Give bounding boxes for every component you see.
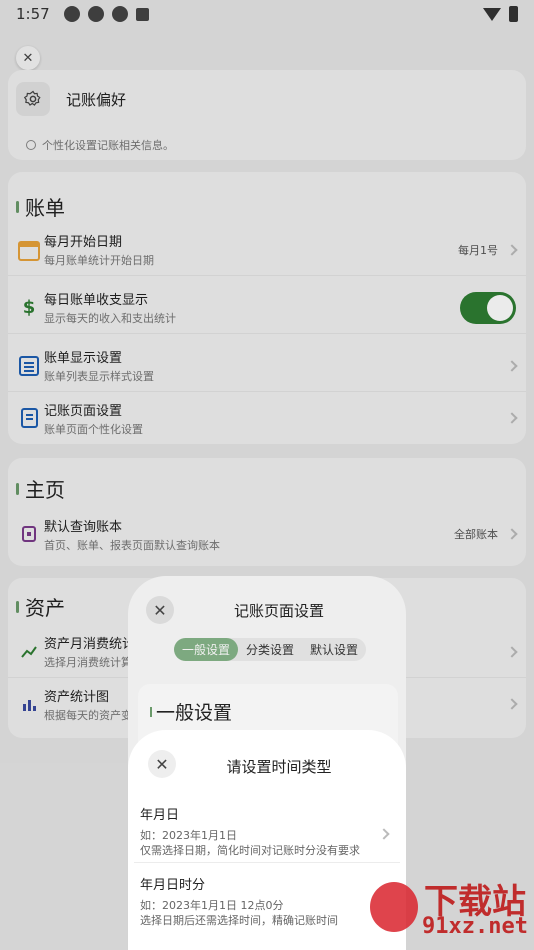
watermark-logo-icon: [370, 882, 418, 932]
tab-general[interactable]: 一般设置: [174, 638, 239, 661]
option-title: 年月日时分: [140, 878, 206, 893]
option-example: 如：2023年1月1日: [140, 829, 237, 842]
option-desc: 选择日期后还需选择时间，精确记账时间: [140, 914, 338, 927]
option-example: 如：2023年1月1日 12点0分: [140, 899, 284, 912]
general-settings-title: 一般设置: [156, 702, 233, 724]
watermark: 下载站 91xz.net: [364, 868, 534, 950]
sheet-title: 记账页面设置: [233, 602, 324, 620]
divider: [134, 862, 400, 863]
watermark-url: 91xz.net: [422, 914, 528, 939]
sheet-title: 请设置时间类型: [226, 758, 332, 776]
option-title: 年月日: [140, 808, 180, 823]
settings-tabs: 一般设置 分类设置 默认设置: [174, 638, 367, 661]
option-date[interactable]: 年月日 如：2023年1月1日仅需选择日期，简化时间对记账时分没有要求: [140, 804, 398, 858]
tab-default[interactable]: 默认设置: [302, 638, 366, 661]
tab-category[interactable]: 分类设置: [238, 638, 302, 661]
option-desc: 仅需选择日期，简化时间对记账时分没有要求: [140, 844, 360, 857]
option-datetime[interactable]: 年月日时分 如：2023年1月1日 12点0分选择日期后还需选择时间，精确记账时…: [140, 874, 398, 928]
